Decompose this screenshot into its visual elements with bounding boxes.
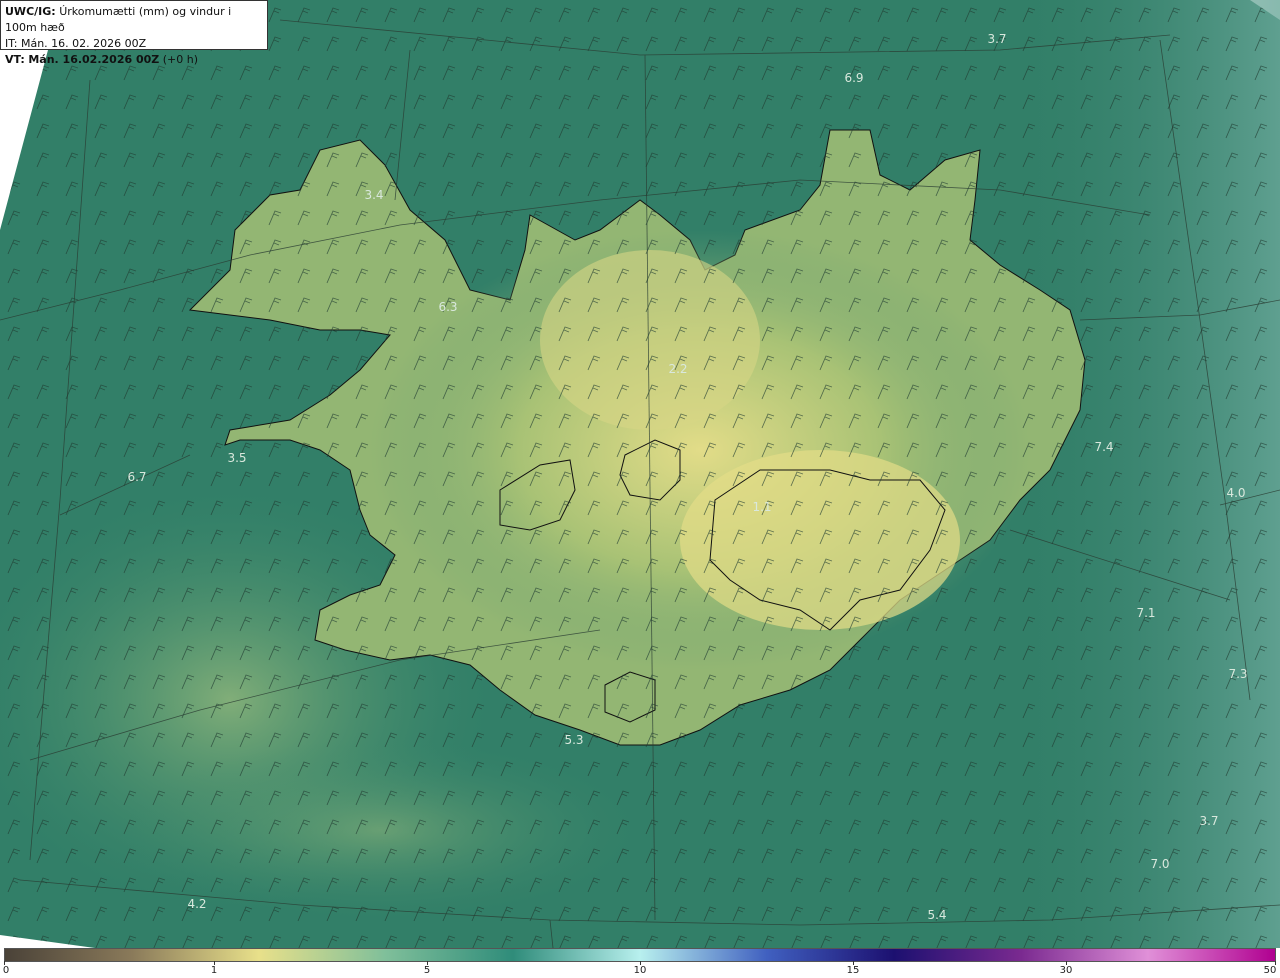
- map-info-box: UWC/IG: Úrkomumætti (mm) og vindur i 100…: [0, 0, 268, 66]
- colorbar-tick: 30: [1059, 965, 1073, 976]
- value-label: 3.7: [1199, 814, 1219, 828]
- it-label: IT:: [5, 37, 18, 50]
- colorbar-tick: 10: [633, 965, 647, 976]
- value-label: 2.2: [668, 362, 688, 376]
- colorbar-tick: 1: [210, 965, 218, 976]
- colorbar-tick: 15: [846, 965, 860, 976]
- value-label: 5.3: [564, 733, 584, 747]
- colorbar-strip: [4, 948, 1276, 962]
- value-label: 7.1: [1136, 606, 1156, 620]
- colorbar-tick: 5: [423, 965, 431, 976]
- value-label: 7.3: [1228, 667, 1248, 681]
- precipitation-map: [0, 0, 1280, 948]
- value-label: 3.7: [987, 32, 1007, 46]
- it-value: Mán. 16. 02. 2026 00Z: [20, 37, 147, 50]
- value-label: 4.2: [187, 897, 207, 911]
- value-label: 1.1: [752, 500, 772, 514]
- value-label: 3.4: [364, 188, 384, 202]
- value-label: 3.5: [227, 451, 247, 465]
- value-label: 4.0: [1226, 486, 1246, 500]
- vt-offset: (+0 h): [162, 53, 199, 66]
- colorbar: 0 1 5 10 15 30 50: [0, 948, 1280, 978]
- value-label: 7.4: [1094, 440, 1114, 454]
- vt-value: Mán. 16.02.2026 00Z: [28, 53, 160, 66]
- colorbar-tick: 50: [1263, 965, 1277, 976]
- value-label: 5.4: [927, 908, 947, 922]
- value-label: 6.3: [438, 300, 458, 314]
- value-label: 6.9: [844, 71, 864, 85]
- value-label: 7.0: [1150, 857, 1170, 871]
- product-name: UWC/IG:: [5, 5, 56, 18]
- value-label: 6.7: [127, 470, 147, 484]
- colorbar-tick: 0: [2, 965, 10, 976]
- vt-label: VT:: [5, 53, 25, 66]
